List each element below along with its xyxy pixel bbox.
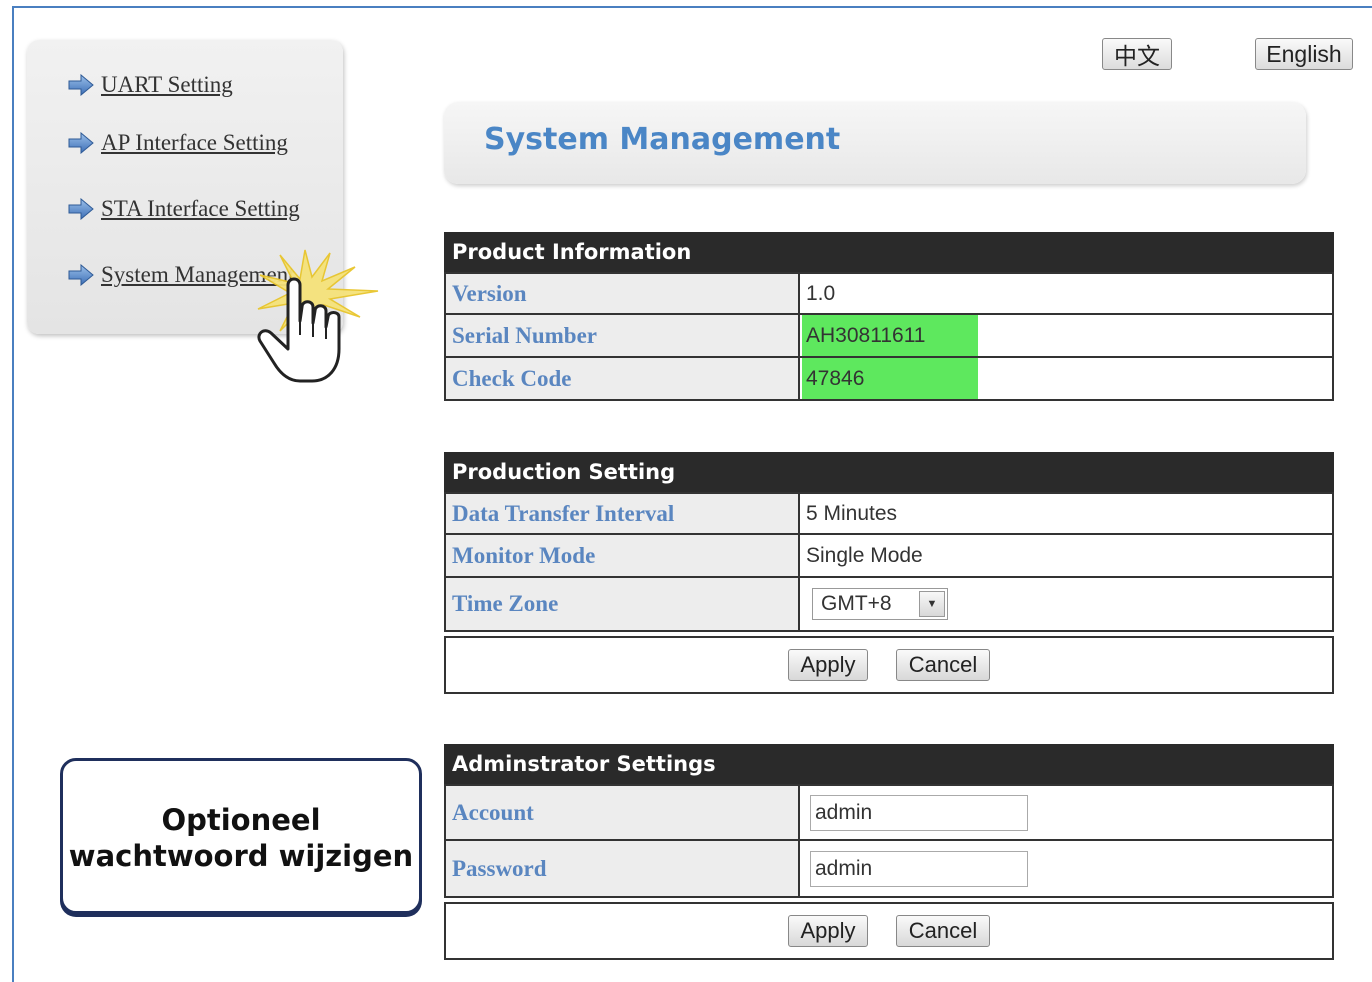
table-row: Data Transfer Interval 5 Minutes (444, 492, 1334, 535)
callout-line-2: wachtwoord wijzigen (68, 839, 414, 873)
arrow-right-icon (68, 264, 94, 286)
version-value: 1.0 (800, 274, 1332, 313)
sidebar-item-label: UART Setting (101, 72, 233, 97)
data-transfer-interval-label: Data Transfer Interval (446, 494, 800, 533)
production-cancel-button[interactable]: Cancel (896, 649, 990, 681)
table-row: Time Zone GMT+8 ▼ (444, 578, 1334, 632)
chevron-down-icon[interactable]: ▼ (919, 591, 945, 617)
check-code-label: Check Code (446, 358, 800, 399)
time-zone-cell: GMT+8 ▼ (800, 578, 1332, 630)
serial-number-label: Serial Number (446, 315, 800, 356)
callout-line-1: Optioneel (161, 802, 321, 837)
page-title-box: System Management (444, 102, 1306, 184)
version-label: Version (446, 274, 800, 313)
time-zone-selected-value: GMT+8 (821, 592, 892, 615)
table-row: Serial Number AH30811611 (444, 315, 1334, 358)
table-row: Password admin (444, 841, 1334, 898)
administrator-settings-header: Adminstrator Settings (444, 744, 1334, 784)
check-code-cell: 47846 (800, 358, 1332, 399)
sidebar-item-sta-interface-setting[interactable]: STA Interface Setting (67, 196, 300, 222)
administrator-settings-panel: Adminstrator Settings Account admin Pass… (444, 744, 1334, 960)
table-row: Monitor Mode Single Mode (444, 535, 1334, 578)
serial-number-cell: AH30811611 (800, 315, 1332, 356)
password-input[interactable]: admin (810, 850, 1028, 887)
sidebar-item-label: AP Interface Setting (101, 130, 288, 155)
hand-cursor-icon (257, 249, 379, 383)
product-information-panel: Product Information Version 1.0 Serial N… (444, 232, 1334, 401)
administrator-settings-actions: Apply Cancel (444, 902, 1334, 960)
time-zone-label: Time Zone (446, 578, 800, 630)
account-cell: admin (800, 786, 1332, 839)
account-label: Account (446, 786, 800, 839)
time-zone-select[interactable]: GMT+8 ▼ (812, 588, 948, 620)
account-input[interactable]: admin (810, 794, 1028, 831)
page-title: System Management (484, 122, 841, 157)
check-code-value: 47846 (802, 358, 978, 399)
sidebar-item-ap-interface-setting[interactable]: AP Interface Setting (67, 130, 288, 156)
administrator-cancel-button[interactable]: Cancel (896, 915, 990, 947)
password-label: Password (446, 841, 800, 896)
production-setting-header: Production Setting (444, 452, 1334, 492)
table-row: Check Code 47846 (444, 358, 1334, 401)
table-row: Account admin (444, 784, 1334, 841)
arrow-right-icon (68, 198, 94, 220)
sidebar-item-uart-setting[interactable]: UART Setting (67, 72, 233, 98)
callout-box: Optioneel wachtwoord wijzigen (60, 758, 422, 914)
product-information-header: Product Information (444, 232, 1334, 272)
password-cell: admin (800, 841, 1332, 896)
production-setting-panel: Production Setting Data Transfer Interva… (444, 452, 1334, 694)
data-transfer-interval-value: 5 Minutes (800, 494, 1332, 533)
english-language-button[interactable]: English (1255, 38, 1353, 70)
production-apply-button[interactable]: Apply (788, 649, 868, 681)
arrow-right-icon (68, 132, 94, 154)
sidebar-item-label: STA Interface Setting (101, 196, 300, 221)
production-setting-actions: Apply Cancel (444, 636, 1334, 694)
monitor-mode-label: Monitor Mode (446, 535, 800, 576)
arrow-right-icon (68, 74, 94, 96)
administrator-apply-button[interactable]: Apply (788, 915, 868, 947)
monitor-mode-value: Single Mode (800, 535, 1332, 576)
chinese-language-button[interactable]: 中文 (1102, 38, 1172, 70)
serial-number-value: AH30811611 (802, 315, 978, 356)
table-row: Version 1.0 (444, 272, 1334, 315)
